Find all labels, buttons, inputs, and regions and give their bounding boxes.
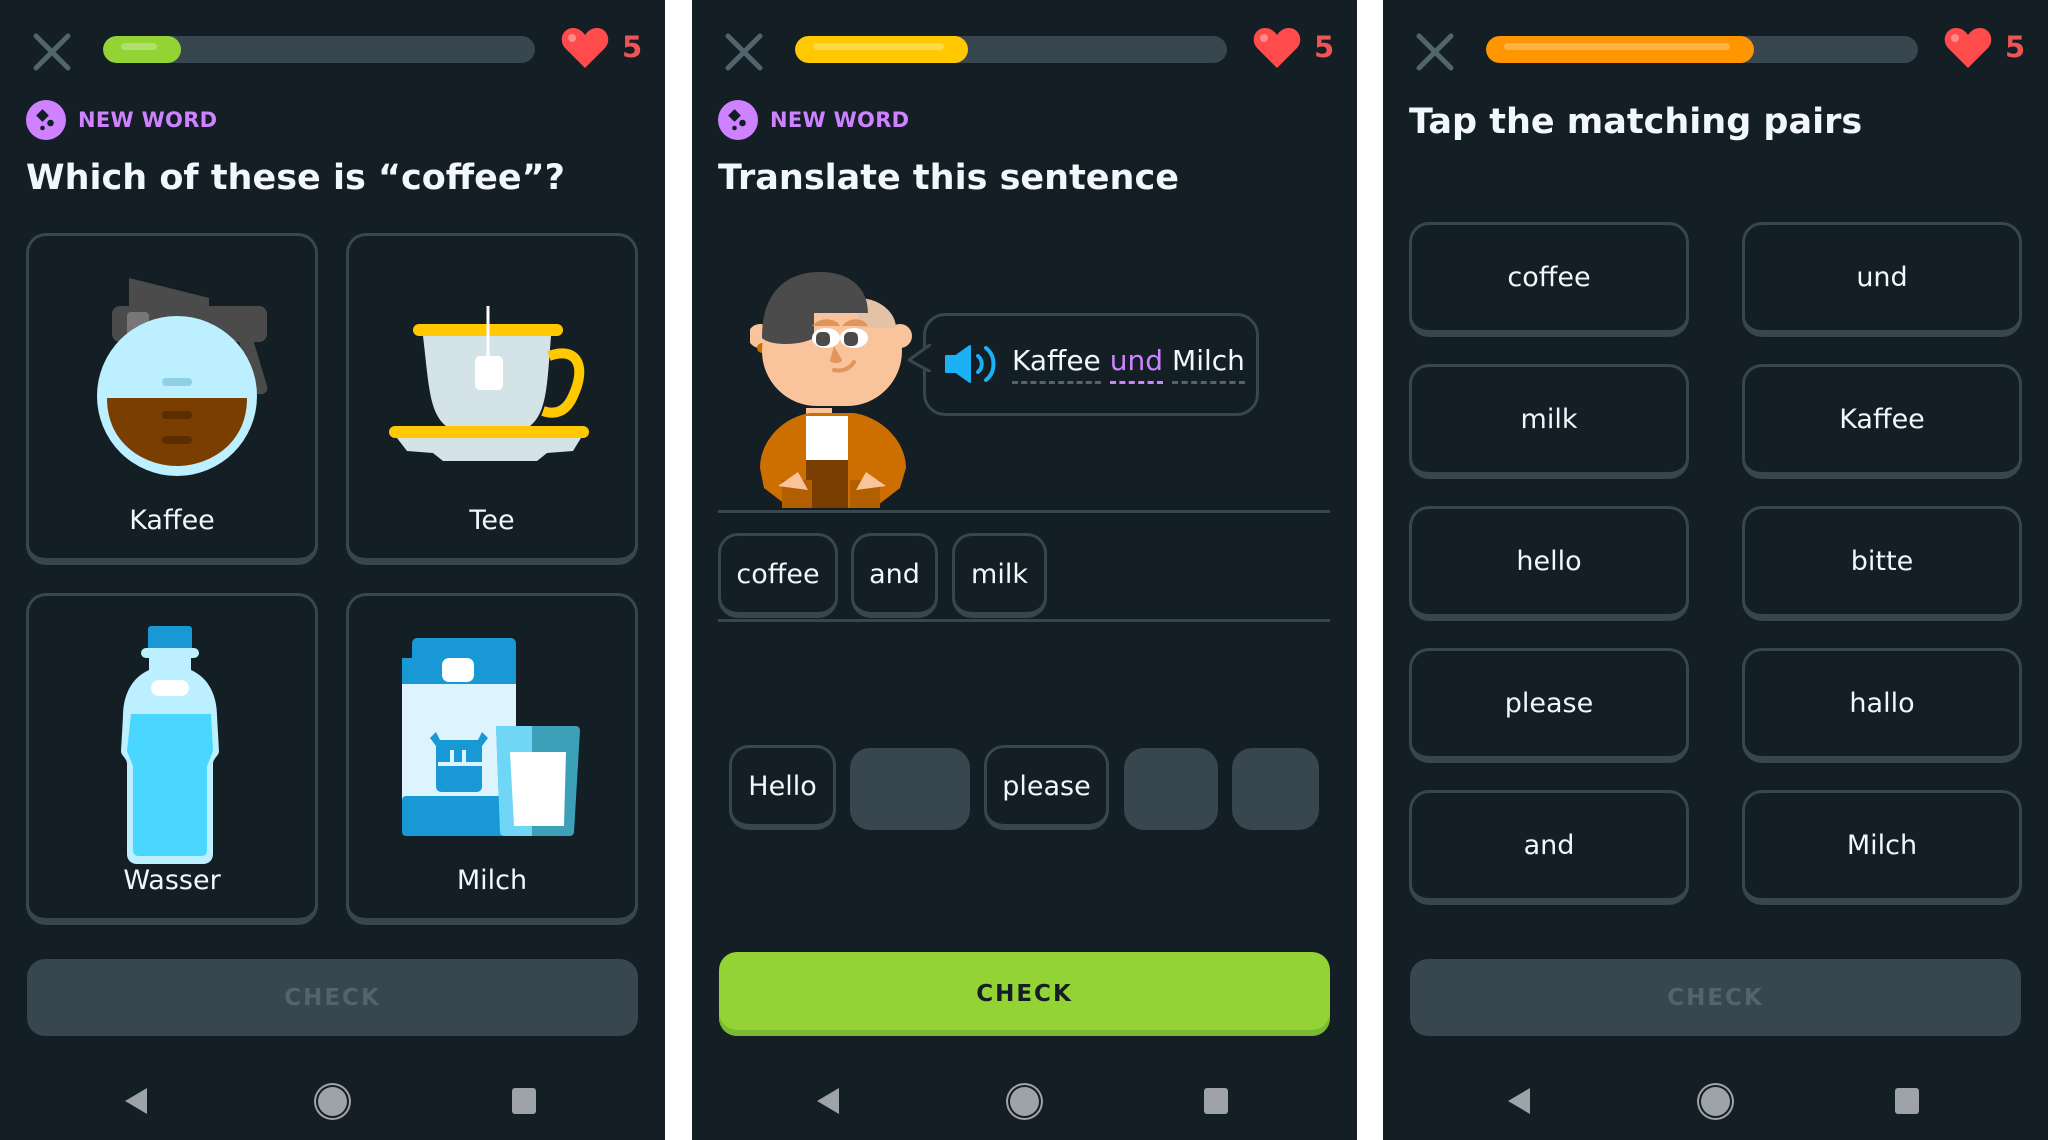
water-bottle-icon: [121, 626, 219, 864]
hearts-count: 5: [622, 30, 643, 64]
back-icon[interactable]: [1508, 1088, 1530, 1114]
new-word-icon: [26, 100, 66, 140]
screen-select-image: 5 NEW WORD Which of these is “coffee”? K…: [0, 0, 665, 1140]
new-word-badge: NEW WORD: [718, 100, 909, 140]
word-bank-slot-used: [1124, 748, 1218, 830]
screen-matching-pairs: 5 Tap the matching pairs coffee und milk…: [1383, 0, 2048, 1140]
coffee-pot-icon: [97, 278, 268, 476]
sentence-word-new[interactable]: und: [1109, 344, 1164, 384]
option-label: Tee: [469, 505, 515, 536]
pair-left-1[interactable]: milk: [1409, 364, 1689, 479]
answer-line-bottom: [718, 619, 1330, 622]
sentence-word[interactable]: Kaffee: [1012, 344, 1101, 384]
option-label: Kaffee: [129, 505, 215, 536]
home-icon[interactable]: [1701, 1087, 1730, 1116]
heart-icon: [561, 28, 609, 68]
close-icon[interactable]: [30, 30, 74, 74]
answer-chip[interactable]: and: [851, 533, 938, 618]
badge-label: NEW WORD: [78, 108, 218, 132]
progress-shine: [121, 43, 157, 50]
answer-line-top: [718, 510, 1330, 513]
word-bank-chip[interactable]: please: [984, 745, 1109, 830]
heart-icon: [1253, 28, 1301, 68]
recents-icon[interactable]: [512, 1088, 536, 1114]
check-button[interactable]: CHECK: [27, 959, 638, 1036]
progress-fill: [103, 36, 181, 63]
pair-left-2[interactable]: hello: [1409, 506, 1689, 621]
pair-left-3[interactable]: please: [1409, 648, 1689, 763]
speech-bubble-tail: [907, 344, 931, 372]
pair-right-0[interactable]: und: [1742, 222, 2022, 337]
hearts-count: 5: [1314, 30, 1335, 64]
option-card-kaffee[interactable]: Kaffee: [26, 233, 318, 565]
character-illustration: [750, 272, 912, 508]
home-icon[interactable]: [1010, 1087, 1039, 1116]
prompt-title: Which of these is “coffee”?: [26, 158, 565, 198]
option-card-wasser[interactable]: Wasser: [26, 593, 318, 925]
progress-bar: [103, 36, 535, 63]
hearts-count: 5: [2005, 30, 2026, 64]
answer-chip[interactable]: milk: [952, 533, 1047, 618]
progress-fill: [795, 36, 968, 63]
pair-left-0[interactable]: coffee: [1409, 222, 1689, 337]
system-navbar: [1383, 1080, 2048, 1124]
speaker-icon[interactable]: [944, 344, 1000, 384]
back-icon[interactable]: [125, 1088, 147, 1114]
recents-icon[interactable]: [1895, 1088, 1919, 1114]
pair-right-4[interactable]: Milch: [1742, 790, 2022, 905]
option-card-tee[interactable]: Tee: [346, 233, 638, 565]
sentence-text: Kaffee und Milch: [1012, 344, 1245, 384]
system-navbar: [692, 1080, 1357, 1124]
answer-chip[interactable]: coffee: [718, 533, 838, 618]
word-bank-chip[interactable]: Hello: [729, 745, 836, 830]
progress-bar: [795, 36, 1227, 63]
pair-right-1[interactable]: Kaffee: [1742, 364, 2022, 479]
new-word-badge: NEW WORD: [26, 100, 217, 140]
sentence-word[interactable]: Milch: [1172, 344, 1245, 384]
pair-right-2[interactable]: bitte: [1742, 506, 2022, 621]
check-button[interactable]: CHECK: [719, 952, 1330, 1036]
home-icon[interactable]: [318, 1087, 347, 1116]
check-button[interactable]: CHECK: [1410, 959, 2021, 1036]
tea-cup-icon: [389, 306, 589, 461]
pair-left-4[interactable]: and: [1409, 790, 1689, 905]
option-label: Milch: [456, 865, 528, 896]
close-icon[interactable]: [722, 30, 766, 74]
progress-shine: [813, 43, 944, 50]
option-label: Wasser: [123, 865, 221, 896]
progress-bar: [1486, 36, 1918, 63]
prompt-title: Translate this sentence: [718, 158, 1179, 198]
word-bank-slot-used: [1232, 748, 1319, 830]
option-card-milch[interactable]: Milch: [346, 593, 638, 925]
prompt-title: Tap the matching pairs: [1409, 102, 1863, 142]
heart-icon: [1944, 28, 1992, 68]
word-bank-slot-used: [850, 748, 970, 830]
badge-label: NEW WORD: [770, 108, 910, 132]
pair-right-3[interactable]: hallo: [1742, 648, 2022, 763]
progress-shine: [1504, 43, 1730, 50]
close-icon[interactable]: [1413, 30, 1457, 74]
milk-carton-icon: [402, 638, 580, 836]
screen-translate-sentence: 5 NEW WORD Translate this sentence Kaffe…: [692, 0, 1357, 1140]
back-icon[interactable]: [817, 1088, 839, 1114]
new-word-icon: [718, 100, 758, 140]
system-navbar: [0, 1080, 665, 1124]
recents-icon[interactable]: [1204, 1088, 1228, 1114]
progress-fill: [1486, 36, 1754, 63]
